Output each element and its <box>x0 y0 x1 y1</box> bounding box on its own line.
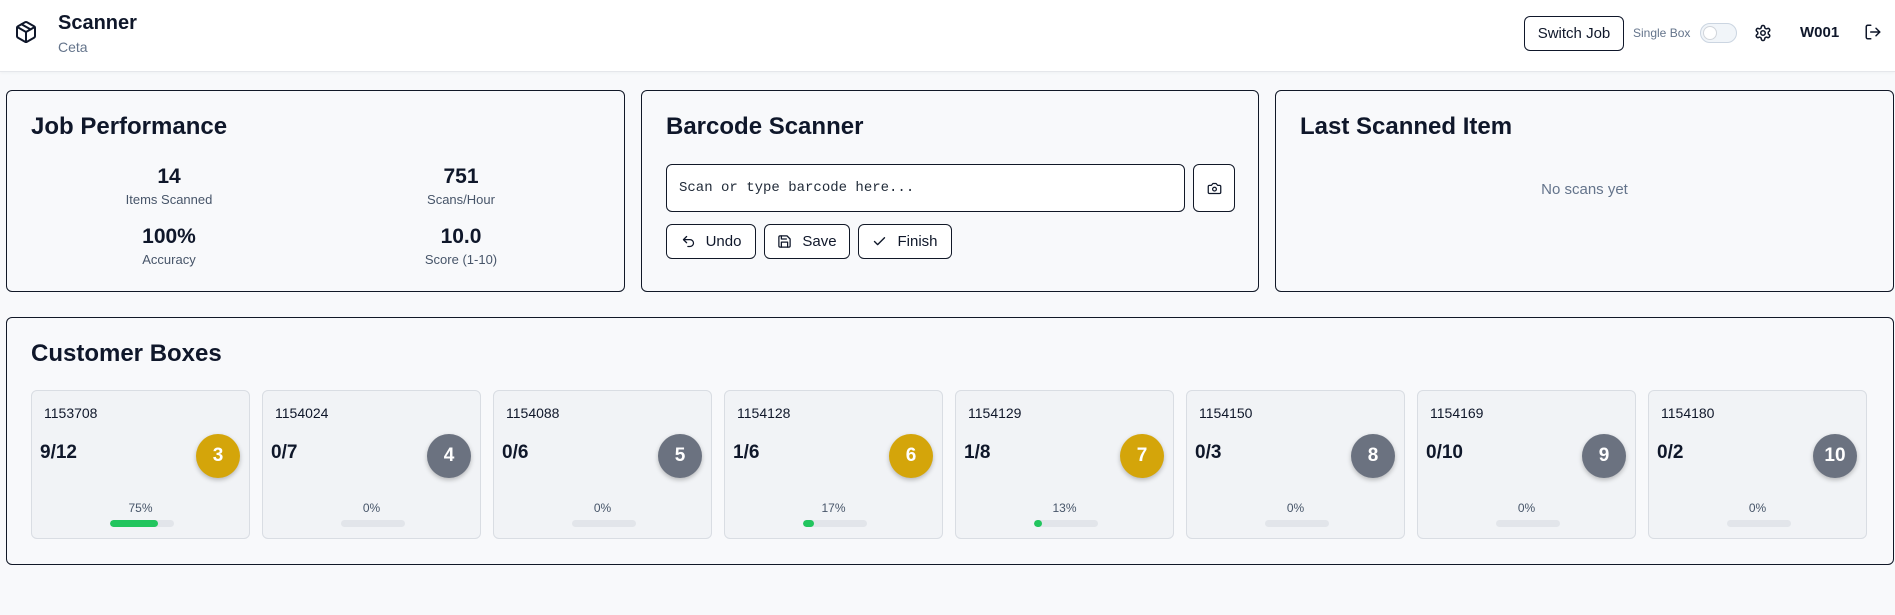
save-label: Save <box>802 233 837 250</box>
stat-label: Accuracy <box>142 252 196 267</box>
box-progress-label: 17% <box>821 501 846 515</box>
undo-label: Undo <box>705 233 742 250</box>
job-performance-title: Job Performance <box>31 113 228 140</box>
box-id: 1154180 <box>1661 405 1715 421</box>
package-icon <box>16 21 36 43</box>
undo-icon <box>682 235 694 248</box>
barcode-input[interactable] <box>666 164 1185 212</box>
check-icon <box>874 237 886 246</box>
customer-box[interactable]: 1154088 0/6 5 0% <box>493 390 712 539</box>
stat-label: Score (1-10) <box>424 252 498 267</box>
customer-box[interactable]: 1154024 0/7 4 0% <box>262 390 481 539</box>
customer-box[interactable]: 1154129 1/8 7 13% <box>955 390 1174 539</box>
last-scanned-title: Last Scanned Item <box>1300 113 1513 140</box>
customer-boxes-title: Customer Boxes <box>31 340 222 367</box>
last-scanned-card: Last Scanned Item No scans yet <box>1275 90 1894 292</box>
box-count: 0/6 <box>502 442 529 463</box>
app-title: Scanner <box>58 12 137 34</box>
box-id: 1154150 <box>1199 405 1253 421</box>
box-count: 9/12 <box>40 442 77 463</box>
box-progress-bar <box>110 520 174 527</box>
save-icon <box>778 235 792 248</box>
box-count: 0/7 <box>271 442 298 463</box>
box-number-badge: 3 <box>196 434 240 478</box>
box-id: 1154128 <box>737 405 791 421</box>
box-progress-fill <box>803 520 814 527</box>
stat-value: 14 <box>157 165 181 188</box>
no-scans-message: No scans yet <box>1541 181 1628 198</box>
customer-box[interactable]: 1154150 0/3 8 0% <box>1186 390 1405 539</box>
stat-value: 100% <box>142 225 196 248</box>
finish-label: Finish <box>897 233 938 250</box>
box-number-badge: 9 <box>1582 434 1626 478</box>
app-header: Scanner Ceta Switch Job Single Box W001 <box>0 0 1895 72</box>
box-number-badge: 5 <box>658 434 702 478</box>
undo-button[interactable]: Undo <box>666 224 756 259</box>
user-code: W001 <box>1800 24 1840 41</box>
box-progress-label: 0% <box>362 501 381 515</box>
barcode-scanner-card: Barcode Scanner Undo Save Finish <box>641 90 1259 292</box>
box-number-badge: 8 <box>1351 434 1395 478</box>
box-id: 1154024 <box>275 405 329 421</box>
stat-items-scanned: 14 Items Scanned <box>69 165 269 207</box>
customer-boxes-card: Customer Boxes 1153708 9/12 3 75% 1154024 0/7… <box>6 317 1894 565</box>
customer-box[interactable]: 1154128 1/6 6 17% <box>724 390 943 539</box>
stat-scans-per-hour: 751 Scans/Hour <box>361 165 561 207</box>
stat-score: 10.0 Score (1-10) <box>361 225 561 267</box>
box-progress-label: 0% <box>1748 501 1767 515</box>
box-number-badge: 6 <box>889 434 933 478</box>
box-count: 0/10 <box>1426 442 1463 463</box>
box-progress-label: 0% <box>1517 501 1536 515</box>
box-progress-fill <box>110 520 158 527</box>
box-progress-label: 0% <box>1286 501 1305 515</box>
box-number-badge: 10 <box>1813 434 1857 478</box>
box-progress-bar <box>1265 520 1329 527</box>
box-progress-bar <box>1496 520 1560 527</box>
single-box-label: Single Box <box>1633 26 1691 40</box>
finish-button[interactable]: Finish <box>858 224 952 259</box>
box-progress-bar <box>803 520 867 527</box>
stat-label: Items Scanned <box>125 192 213 207</box>
box-count: 0/3 <box>1195 442 1222 463</box>
camera-button[interactable] <box>1193 164 1235 212</box>
single-box-toggle[interactable] <box>1700 23 1737 43</box>
box-count: 1/6 <box>733 442 760 463</box>
box-number-badge: 7 <box>1120 434 1164 478</box>
box-number-badge: 4 <box>427 434 471 478</box>
box-progress-bar <box>572 520 636 527</box>
box-count: 0/2 <box>1657 442 1684 463</box>
box-progress-bar <box>1034 520 1098 527</box>
box-progress-bar <box>341 520 405 527</box>
barcode-scanner-title: Barcode Scanner <box>666 113 864 140</box>
box-id: 1154088 <box>506 405 560 421</box>
app-subtitle: Ceta <box>58 39 88 55</box>
toggle-knob <box>1703 26 1717 40</box>
job-performance-card: Job Performance 14 Items Scanned 751 Sca… <box>6 90 625 292</box>
save-button[interactable]: Save <box>764 224 850 259</box>
box-progress-label: 75% <box>128 501 153 515</box>
stat-value: 10.0 <box>440 225 482 248</box>
stat-value: 751 <box>443 165 479 188</box>
box-progress-label: 0% <box>593 501 612 515</box>
box-count: 1/8 <box>964 442 991 463</box>
stat-accuracy: 100% Accuracy <box>69 225 269 267</box>
logout-icon[interactable] <box>1864 23 1882 41</box>
switch-job-button[interactable]: Switch Job <box>1524 16 1624 51</box>
box-progress-fill <box>1034 520 1043 527</box>
customer-box[interactable]: 1154169 0/10 9 0% <box>1417 390 1636 539</box>
gear-icon[interactable] <box>1754 24 1772 42</box>
box-progress-label: 13% <box>1052 501 1077 515</box>
stat-label: Scans/Hour <box>427 192 495 207</box>
box-id: 1153708 <box>44 405 98 421</box>
box-id: 1154129 <box>968 405 1022 421</box>
customer-box[interactable]: 1153708 9/12 3 75% <box>31 390 250 539</box>
box-progress-bar <box>1727 520 1791 527</box>
box-id: 1154169 <box>1430 405 1484 421</box>
camera-icon <box>1207 182 1221 194</box>
customer-box[interactable]: 1154180 0/2 10 0% <box>1648 390 1867 539</box>
